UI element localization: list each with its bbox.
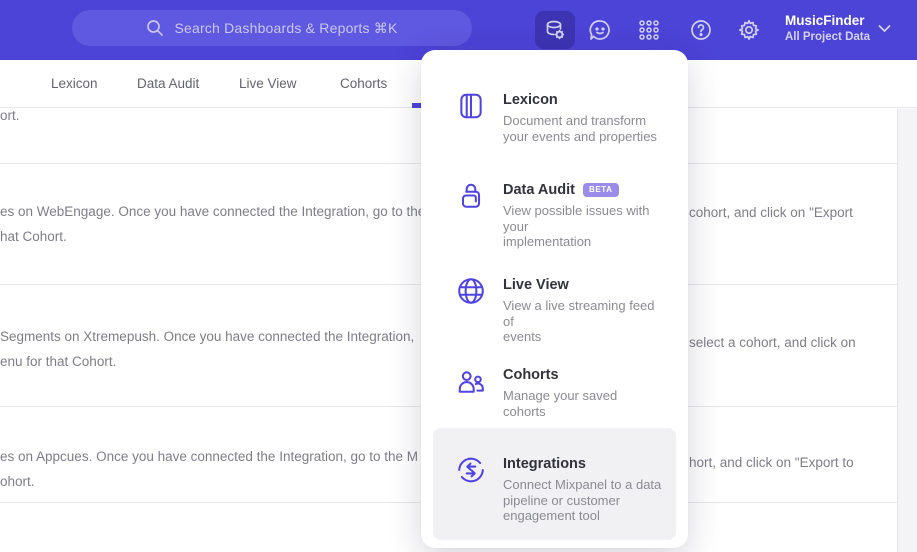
live-view-globe-icon — [456, 276, 486, 306]
data-audit-lock-icon — [456, 181, 486, 211]
chevron-down-icon[interactable] — [878, 24, 891, 33]
tab-lexicon[interactable]: Lexicon — [51, 60, 98, 108]
tab-data-audit[interactable]: Data Audit — [137, 60, 199, 108]
apps-grid-icon — [639, 20, 659, 40]
menu-item-integrations[interactable]: Integrations Connect Mixpanel to a data … — [433, 428, 676, 540]
row-text: Segments on Xtremepush. Once you have co… — [0, 329, 415, 344]
row-text: hat Cohort. — [0, 229, 67, 244]
scroll-gutter[interactable] — [897, 109, 917, 552]
menu-item-description: Manage your saved cohorts — [503, 388, 618, 419]
menu-item-description: Document and transform your events and p… — [503, 113, 657, 144]
project-selector[interactable]: MusicFinder All Project Data — [785, 11, 870, 45]
row-text: es on WebEngage. Once you have connected… — [0, 204, 426, 219]
search-icon — [147, 20, 164, 36]
tab-live-view[interactable]: Live View — [239, 60, 297, 108]
row-text: cohort, and click on "Export — [689, 205, 853, 220]
chat-smiley-icon — [589, 20, 610, 40]
gear-icon — [739, 19, 759, 41]
menu-item-title: Cohorts — [503, 367, 559, 383]
menu-item-live-view[interactable]: Live View View a live streaming feed of … — [433, 265, 676, 355]
cohorts-people-icon — [456, 366, 486, 396]
settings-button[interactable] — [737, 0, 761, 60]
data-management-button[interactable] — [535, 11, 575, 49]
menu-item-description: View possible issues with your implement… — [503, 203, 650, 249]
menu-item-description: View a live streaming feed of events — [503, 298, 655, 344]
menu-item-cohorts[interactable]: Cohorts Manage your saved cohorts — [433, 355, 676, 429]
lexicon-book-icon — [456, 91, 486, 121]
search-input[interactable]: Search Dashboards & Reports ⌘K — [72, 10, 472, 46]
row-text: select a cohort, and click on — [689, 335, 856, 350]
menu-item-data-audit[interactable]: Data Audit BETA View possible issues wit… — [433, 170, 676, 260]
row-text: es on Appcues. Once you have connected t… — [0, 449, 419, 464]
data-management-dropdown: Lexicon Document and transform your even… — [421, 50, 688, 548]
row-text: enu for that Cohort. — [0, 354, 117, 369]
menu-item-description: Connect Mixpanel to a data pipeline or c… — [503, 477, 662, 523]
database-gear-icon — [546, 20, 565, 40]
row-text: ort. — [0, 108, 20, 123]
menu-item-title: Live View — [503, 277, 569, 293]
beta-badge: BETA — [582, 183, 619, 197]
menu-item-title: Data Audit — [503, 182, 575, 198]
integrations-sync-icon — [456, 455, 486, 485]
row-text: ohort. — [0, 474, 35, 489]
project-scope: All Project Data — [785, 31, 870, 43]
tab-cohorts[interactable]: Cohorts — [340, 60, 387, 108]
question-circle-icon — [691, 20, 711, 40]
search-placeholder: Search Dashboards & Reports ⌘K — [174, 19, 398, 36]
menu-item-title: Integrations — [503, 456, 586, 472]
help-button[interactable] — [689, 0, 713, 60]
menu-item-lexicon[interactable]: Lexicon Document and transform your even… — [433, 80, 676, 154]
project-name: MusicFinder — [785, 13, 865, 28]
row-text: hort, and click on "Export to — [689, 455, 854, 470]
menu-item-title: Lexicon — [503, 92, 558, 108]
